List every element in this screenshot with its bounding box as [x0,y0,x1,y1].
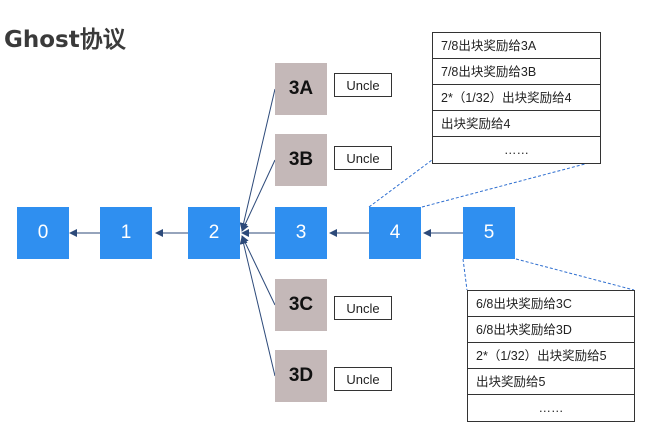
block-5: 5 [463,207,515,259]
uncle-tag-3c: Uncle [334,296,392,320]
arrow-3d-to-2 [239,236,276,377]
block-2: 2 [188,207,240,259]
arrow-3b-to-2 [241,159,276,232]
uncle-tag-3b: Uncle [334,146,392,170]
reward-row: 6/8出块奖励给3C [468,291,634,317]
callout-5-right [515,258,635,291]
reward-row-ellipsis: …… [504,143,529,157]
reward-row-ellipsis: …… [538,401,564,415]
reward-row: 出块奖励给4 [433,111,600,137]
reward-row: 2*（1/32）出块奖励给4 [433,85,600,111]
arrow-3c-to-2 [241,235,276,306]
reward-row: 7/8出块奖励给3B [433,59,600,85]
callout-5-left [462,258,468,291]
callout-4-right [421,159,601,208]
reward-table-block-5: 6/8出块奖励给3C 6/8出块奖励给3D 2*（1/32）出块奖励给5 出块奖… [467,290,635,422]
reward-row: 6/8出块奖励给3D [468,317,634,343]
block-1: 1 [100,207,152,259]
block-4: 4 [369,207,421,259]
reward-row: 7/8出块奖励给3A [433,33,600,59]
arrow-3a-to-2 [239,88,276,231]
reward-row: 出块奖励给5 [468,369,634,395]
uncle-tag-3d: Uncle [334,367,392,391]
uncle-block-3c: 3C [275,279,327,331]
uncle-tag-3a: Uncle [334,73,392,97]
reward-table-block-4: 7/8出块奖励给3A 7/8出块奖励给3B 2*（1/32）出块奖励给4 出块奖… [432,32,601,164]
block-3: 3 [275,207,327,259]
reward-row: 2*（1/32）出块奖励给5 [468,343,634,369]
uncle-block-3d: 3D [275,350,327,402]
uncle-block-3b: 3B [275,134,327,186]
uncle-block-3a: 3A [275,63,327,115]
block-0: 0 [17,207,69,259]
